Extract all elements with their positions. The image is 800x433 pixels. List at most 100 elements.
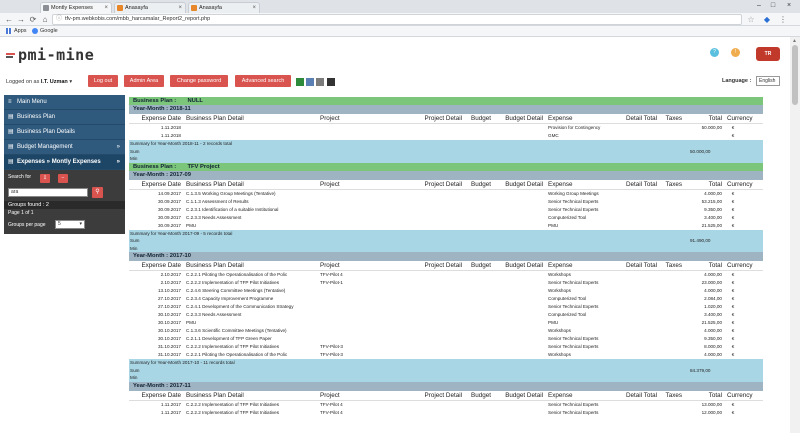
sidebar-item-business-plan[interactable]: ▤ Business Plan [4,110,125,125]
column-header-row: Expense Date Business Plan Detail Project P… [129,391,763,401]
business-plan-detail-cell: C.1.3.6 Scientific Committee Meetings (T… [186,328,287,333]
close-window-icon[interactable]: × [782,0,796,11]
table-row[interactable]: 1.11.2017 C.2.2.2 Implementation of TFP P… [129,409,763,417]
column-header: Budget Detail [505,180,543,188]
word-export-icon[interactable] [306,78,314,86]
browser-tab-montly-expenses[interactable]: Montly Expenses × [40,2,112,13]
reload-icon[interactable]: ⟳ [28,14,38,25]
table-row[interactable]: 31.10.2017 C.2.2.2 Implementation of TFP … [129,343,763,351]
expense-date-cell: 30.10.2017 [158,336,181,341]
user-dropdown-icon[interactable]: ▾ [69,79,72,85]
summary-title: Summary for Year-Month 2017-10 - 11 reco… [130,360,235,365]
help-icon[interactable]: ? [710,48,719,57]
browser-tab-anasayfa-1[interactable]: Anasayfa × [114,2,186,13]
sidebar-item-montly-expenses[interactable]: ▤ Expenses » Montly Expenses » [4,155,125,170]
sidebar-item-business-plan-details[interactable]: ▤ Business Plan Details [4,125,125,140]
summary-title: Summary for Year-Month 2017-09 - 5 recor… [130,230,233,236]
currency-cell: € [731,288,735,293]
table-row[interactable]: 13.10.2017 C.2.4.6 Steering Committee Mee… [129,287,763,295]
collapse-search-button[interactable]: − [58,174,68,183]
table-row[interactable]: 27.10.2017 C.2.4.1 Development of the Com… [129,303,763,311]
column-header: Currency [727,391,753,399]
excel-export-icon[interactable] [296,78,304,86]
table-row[interactable]: 27.10.2017 C.2.3.4 Capacity Improvement P… [129,295,763,303]
column-header: Budget [471,262,491,269]
pin-search-button[interactable]: ⇩ [40,174,50,183]
admin-area-button[interactable]: Admin Area [124,75,164,87]
expense-cell: Senior Technical Experts [548,409,599,415]
total-cell: 4.000,00 [704,288,722,293]
close-tab-icon[interactable]: × [252,3,256,13]
column-header: Budget [471,180,491,188]
expense-cell: Senior Technical Experts [548,401,599,407]
table-row[interactable]: 1.11.2017 C.2.2.2 Implementation of TFP P… [129,401,763,409]
sum-label: Sum [130,367,140,373]
table-row[interactable]: 30.10.2017 C.2.3.3 Needs Assessment Comput… [129,311,763,319]
back-icon[interactable]: ← [4,14,14,25]
pdf-export-icon[interactable] [316,78,324,86]
table-row[interactable]: 30.09.2017 C.2.3.1 Identification of a su… [129,206,763,214]
notification-icon[interactable]: ! [731,48,740,57]
star-icon[interactable]: ☆ [746,14,756,25]
home-icon[interactable]: ⌂ [40,14,50,25]
logout-button[interactable]: Log out [88,75,118,87]
table-row[interactable]: 30.10.2017 C.2.1.1 Development of TFP Gre… [129,335,763,343]
project-cell: TFV-Pilot 4 [320,272,343,277]
table-row[interactable]: 30.09.2017 C.2.3.3 Needs Assessment Comput… [129,214,763,222]
expense-date-cell: 13.10.2017 [158,288,181,293]
total-cell: 21.525,00 [701,222,722,228]
column-header: Project [320,180,340,188]
menu-icon[interactable]: ⋮ [778,14,788,25]
currency-cell: € [731,190,735,196]
sidebar-item-main-menu[interactable]: ≡ Main Menu [4,95,125,110]
column-header: Total [708,262,722,269]
forward-icon[interactable]: → [16,14,26,25]
change-password-button[interactable]: Change password [170,75,228,87]
table-row[interactable]: 30.09.2017 C.1.1.3 Assessment of Results S… [129,198,763,206]
table-row[interactable]: 1.11.2018 GMC € [129,132,763,140]
table-row[interactable]: 1.11.2018 Provision for Contingency 50.000… [129,124,763,132]
column-header-row: Expense Date Business Plan Detail Project P… [129,261,763,271]
language-flag-icon[interactable]: TR [756,47,780,61]
sum-label: Sum [130,148,140,154]
business-plan-detail-cell: C.2.2.2 Implementation of TFP Pilot Init… [186,409,280,415]
expense-date-cell: 30.09.2017 [158,198,181,204]
table-row[interactable]: 30.09.2017 PMU PMU 21.525,00 € [129,222,763,230]
table-row[interactable]: 2.10.2017 C.2.2.2 Implementation of TFP P… [129,279,763,287]
bookmark-google[interactable]: Google [32,26,58,36]
project-cell: TFV-Pilot 4 [320,409,343,415]
column-header: Business Plan Detail [186,115,244,122]
search-button[interactable]: ⚲ [92,187,103,198]
search-input[interactable]: ara [8,188,88,197]
table-row[interactable]: 2.10.2017 C.2.2.1 Piloting the Operationa… [129,271,763,279]
expense-date-cell: 31.10.2017 [158,344,181,349]
print-icon[interactable] [327,78,335,86]
advanced-search-button[interactable]: Advanced search [235,75,291,87]
groups-per-page-select[interactable]: 5 ▾ [55,220,85,229]
sidebar-item-budget-management[interactable]: ▤ Budget Management » [4,140,125,155]
address-bar[interactable]: ⓘ tfv-pm.webkobis.com/mbb_harcamalar_Rep… [52,14,742,25]
close-tab-icon[interactable]: × [178,3,182,13]
page-scrollbar[interactable]: ▲ [790,37,800,433]
login-info: Logged on as I.T. Uzman ▾ [6,79,73,85]
business-plan-detail-cell: C.2.4.6 Steering Committee Meetings (Ten… [186,288,286,293]
table-row[interactable]: 30.10.2017 PMU PMU 21.525,00 € [129,319,763,327]
bookmark-apps[interactable]: Apps [6,26,27,36]
scroll-thumb[interactable] [792,45,798,105]
table-row[interactable]: 30.10.2017 C.1.3.6 Scientific Committee M… [129,327,763,335]
close-tab-icon[interactable]: × [104,3,108,13]
scroll-up-icon[interactable]: ▲ [792,38,797,44]
groups-found: Groups found : 2 [4,201,125,209]
currency-cell: € [731,409,735,415]
extension-shield-icon[interactable]: ◆ [762,14,772,25]
table-row[interactable]: 31.10.2017 C.2.2.1 Piloting the Operation… [129,351,763,359]
language-select[interactable]: English [756,76,780,86]
column-header: Taxes [665,180,682,188]
column-header: Expense Date [141,391,181,399]
bookmarks-bar: Apps Google [0,26,800,37]
minimize-icon[interactable]: – [752,0,766,11]
logo-mark [6,53,15,59]
maximize-icon[interactable]: □ [766,0,780,11]
browser-tab-anasayfa-2[interactable]: Anasayfa × [188,2,260,13]
table-row[interactable]: 14.09.2017 C.1.3.5 Working Group Meetings… [129,190,763,198]
